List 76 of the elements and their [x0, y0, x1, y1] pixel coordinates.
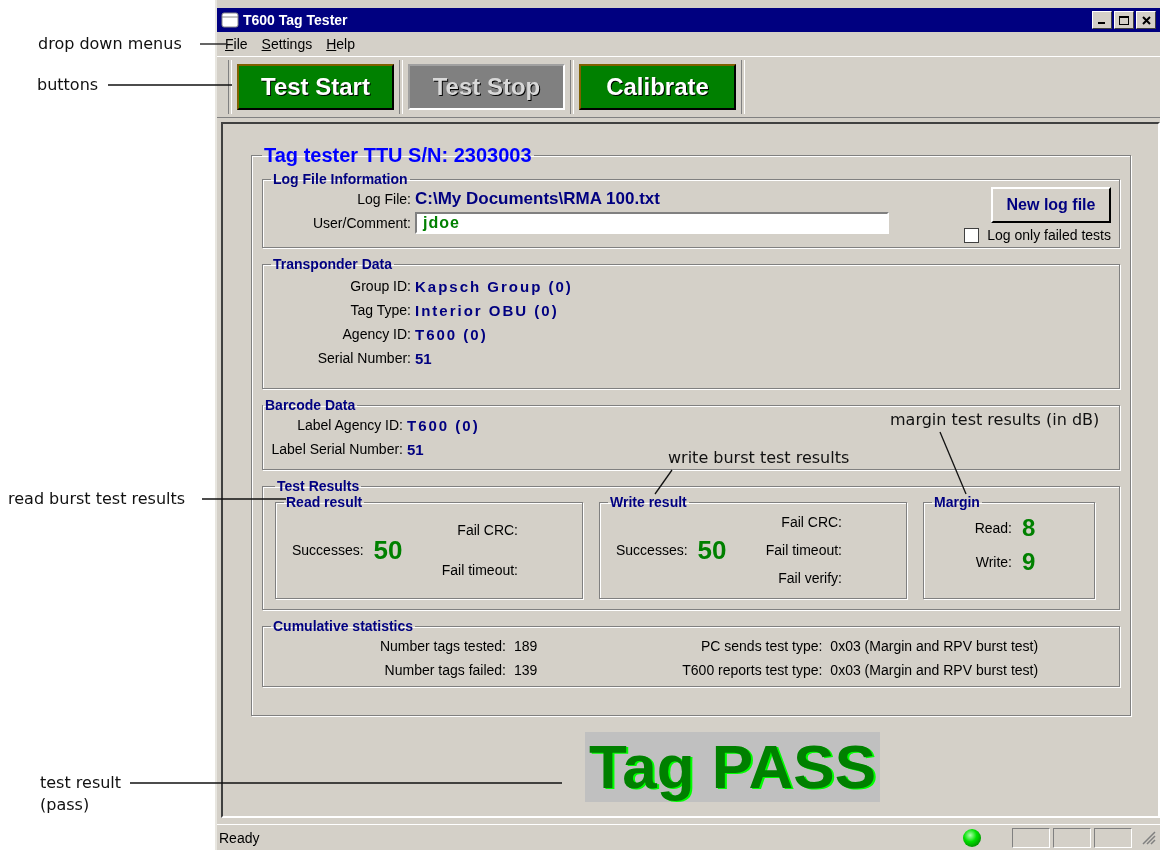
- field-label: Number tags failed:: [383, 662, 507, 678]
- field-label: Successes:: [616, 542, 688, 558]
- field-label: User/Comment:: [311, 215, 412, 231]
- field-value: 51: [415, 349, 432, 367]
- field-value: T600 (0): [415, 325, 488, 343]
- status-pane: [1053, 827, 1091, 848]
- annotation-label: write burst test results: [668, 447, 850, 469]
- resize-grip-icon: [1142, 830, 1156, 845]
- status-text: Ready: [219, 829, 260, 846]
- group-title: Margin: [933, 494, 981, 510]
- field-label: T600 reports test type:: [681, 662, 824, 678]
- field-label: Fail CRC:: [457, 522, 518, 538]
- annotation-label: margin test results (in dB): [890, 409, 1100, 431]
- minimize-button[interactable]: [1092, 11, 1112, 29]
- window-title: T600 Tag Tester: [243, 12, 348, 28]
- field-value: T600 (0): [407, 416, 480, 434]
- menu-item[interactable]: Settings: [261, 36, 313, 52]
- field-label: Log File:: [356, 191, 412, 207]
- checkbox[interactable]: [964, 227, 980, 243]
- group-title: Cumulative statistics: [272, 618, 415, 634]
- field-value: Kapsch Group (0): [415, 277, 573, 295]
- success-count: 50: [697, 534, 727, 566]
- menu-item[interactable]: Help: [326, 36, 355, 52]
- log-file-path: C:\My Documents\RMA 100.txt: [415, 189, 660, 209]
- annotation-label: test result (pass): [40, 772, 122, 816]
- group-title: Tag tester TTU S/N: 2303003: [263, 144, 533, 167]
- leader-line: [655, 469, 672, 495]
- app-icon: [221, 12, 239, 28]
- field-value: 0x03 (Margin and RPV burst test): [830, 638, 1039, 654]
- field-value: 139: [514, 662, 538, 678]
- field-label: Serial Number:: [316, 350, 412, 366]
- group-title: Transponder Data: [272, 256, 394, 272]
- test-result: Tag PASS: [584, 732, 881, 802]
- field-label: Successes:: [292, 542, 364, 558]
- field-label: Fail verify:: [778, 570, 842, 586]
- field-label: PC sends test type:: [699, 638, 824, 654]
- field-value: 189: [514, 638, 538, 654]
- field-label: Read:: [973, 520, 1013, 536]
- group-title: Test Results: [276, 478, 361, 494]
- field-label: Tag Type:: [349, 302, 412, 318]
- annotation-label: read burst test results: [8, 488, 186, 510]
- field-label: Label Serial Number:: [270, 441, 404, 457]
- field-value: Interior OBU (0): [415, 301, 559, 319]
- status-pane: [1012, 827, 1050, 848]
- margin-value: 9: [1022, 548, 1036, 576]
- maximize-icon: [1119, 15, 1129, 25]
- field-label: Write:: [974, 554, 1013, 570]
- checkbox-label: Log only failed tests: [987, 227, 1111, 243]
- success-count: 50: [373, 534, 403, 566]
- toolbar-button[interactable]: Test Start: [237, 64, 394, 110]
- leader-line: [200, 43, 226, 45]
- comment-field[interactable]: jdoe: [415, 212, 889, 234]
- field-label: Fail timeout:: [441, 562, 518, 578]
- close-icon: [1141, 15, 1151, 25]
- group-title: Write result: [609, 494, 688, 510]
- group-title: Barcode Data: [264, 397, 357, 413]
- toolbar-button[interactable]: Calibrate: [579, 64, 736, 110]
- maximize-button[interactable]: [1114, 11, 1134, 29]
- annotation-label: buttons: [37, 74, 99, 96]
- field-label: Label Agency ID:: [296, 417, 404, 433]
- field-value: 51: [407, 440, 424, 458]
- status-pane: [1094, 827, 1132, 848]
- leader-line: [940, 431, 966, 495]
- field-label: Number tags tested:: [378, 638, 507, 654]
- annotation-label: drop down menus: [38, 33, 182, 55]
- close-button[interactable]: [1136, 11, 1156, 29]
- group-title: Log File Information: [272, 171, 409, 187]
- menu-item[interactable]: File: [225, 36, 248, 52]
- field-label: Agency ID:: [341, 326, 412, 342]
- field-value: 0x03 (Margin and RPV burst test): [830, 662, 1039, 678]
- field-label: Group ID:: [349, 278, 412, 294]
- new-log-file-button[interactable]: New log file: [991, 187, 1111, 223]
- group-title: Read result: [285, 494, 364, 510]
- margin-value: 8: [1022, 514, 1036, 542]
- field-label: Fail CRC:: [781, 514, 842, 530]
- field-label: Fail timeout:: [765, 542, 842, 558]
